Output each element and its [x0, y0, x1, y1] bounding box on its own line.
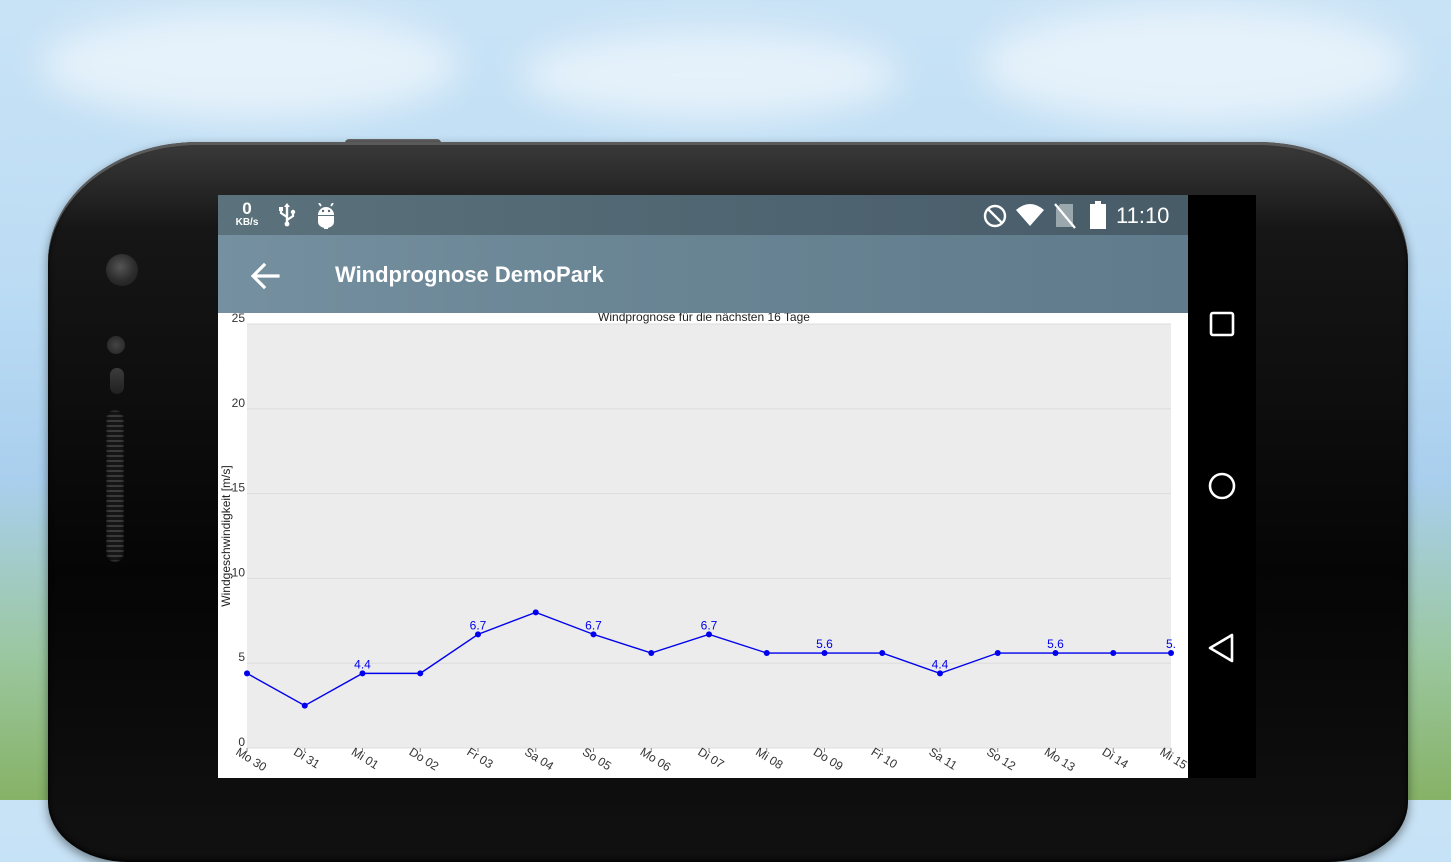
plot-background: [247, 324, 1171, 748]
app-bar: Windprognose DemoPark: [218, 235, 1188, 313]
data-label: 6.7: [470, 618, 487, 632]
chart-svg: 0510152025 Windprognose für die nächsten …: [219, 310, 1188, 775]
x-tick-label: Mi 01: [349, 745, 382, 773]
y-axis-label: Windgeschwindigkeit [m/s]: [219, 465, 233, 606]
data-label: 6.7: [701, 618, 718, 632]
x-tick-label: Do 09: [811, 745, 846, 774]
x-tick-label: So 05: [580, 745, 614, 774]
data-point: [1110, 650, 1117, 657]
chart-title: Windprognose für die nächsten 16 Tage: [598, 313, 810, 324]
clock: 11:10: [1116, 203, 1170, 228]
x-tick-label: Di 07: [695, 745, 726, 772]
front-camera: [106, 254, 138, 286]
x-tick-label: Mi 15: [1157, 745, 1188, 773]
data-label: 6.7: [585, 618, 602, 632]
data-point: [648, 650, 655, 657]
usb-icon: [279, 203, 296, 227]
x-tick-label: Sa 04: [522, 745, 556, 774]
do-not-disturb-icon: [983, 204, 1007, 228]
network-speed-unit: KB/s: [235, 217, 259, 228]
light-sensor: [110, 368, 124, 394]
data-label: 5.6: [816, 637, 833, 651]
data-point: [532, 609, 539, 616]
x-tick-label: Mi 08: [753, 745, 786, 773]
data-point: [994, 650, 1001, 657]
x-tick-label: Di 31: [291, 745, 322, 772]
data-label: 5.6: [1047, 637, 1064, 651]
wifi-icon: [1016, 204, 1044, 226]
android-debug-icon: [318, 203, 334, 229]
x-tick-label: Mo 13: [1042, 745, 1078, 775]
network-speed-value: 0: [242, 199, 252, 218]
x-tick-label: Fr 03: [464, 745, 495, 772]
no-sim-icon: [1054, 203, 1076, 229]
home-icon[interactable]: [1206, 470, 1238, 502]
phone-screen: 0 KB/s 11:10 Windprognose DemoPark 0 5 1…: [218, 195, 1188, 778]
data-point: [763, 650, 770, 657]
data-point: [879, 650, 886, 657]
x-tick-label: Di 14: [1100, 745, 1131, 772]
data-label: 4.4: [932, 657, 949, 671]
recent-apps-icon[interactable]: [1206, 308, 1238, 340]
battery-icon: [1090, 201, 1106, 229]
x-tick-label: Do 02: [407, 745, 442, 774]
x-tick-label: Sa 11: [926, 745, 960, 773]
page-title: Windprognose DemoPark: [335, 262, 604, 287]
y-tick-label: 5: [238, 650, 245, 664]
data-point: [417, 670, 424, 677]
data-label: 5.: [1166, 637, 1176, 651]
data-label: 4.4: [354, 657, 371, 671]
back-icon[interactable]: [1206, 632, 1238, 664]
earpiece-speaker: [106, 410, 124, 562]
data-point: [244, 670, 250, 677]
y-tick-label: 20: [232, 396, 246, 410]
proximity-sensor: [107, 336, 125, 354]
x-tick-label: So 12: [984, 745, 1018, 774]
x-tick-label: Fr 10: [869, 745, 900, 772]
network-speed: 0 KB/s: [232, 200, 262, 228]
y-tick-label: 15: [232, 481, 246, 495]
x-tick-label: Mo 30: [233, 745, 269, 775]
y-tick-label: 10: [232, 565, 246, 579]
y-tick-label: 25: [232, 313, 246, 325]
wind-forecast-chart[interactable]: 0 5 10 15 20 25 Windprognose für die nächsten …: [218, 310, 1188, 778]
arrow-back-icon[interactable]: [248, 259, 282, 293]
data-point: [301, 702, 308, 709]
system-nav-bar: [1188, 195, 1256, 778]
status-bar: 0 KB/s 11:10: [218, 195, 1188, 235]
x-tick-label: Mo 06: [638, 745, 674, 775]
